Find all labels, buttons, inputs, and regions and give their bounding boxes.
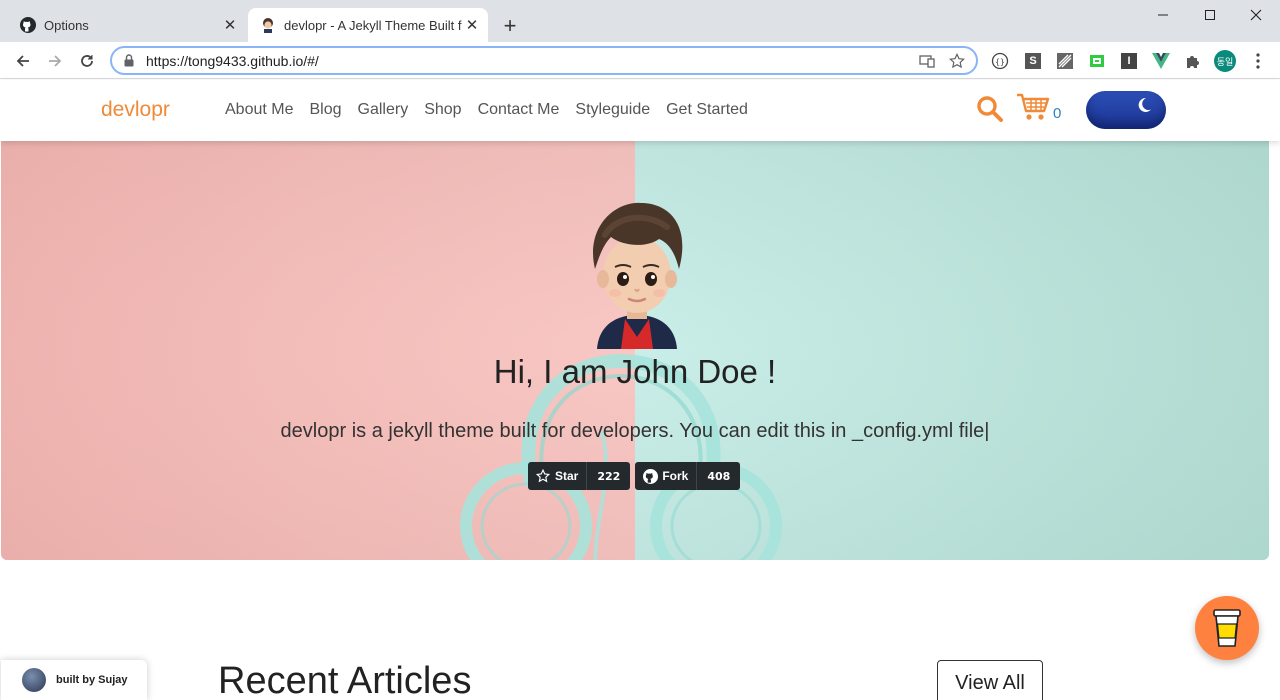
built-by-text: built by Sujay [56,674,128,686]
cart-icon[interactable] [1016,92,1050,122]
buy-me-a-coffee-button[interactable] [1195,596,1259,660]
minimize-window-button[interactable] [1140,0,1186,30]
s-extension-icon[interactable]: S [1023,51,1043,71]
reload-button[interactable] [74,48,100,74]
fork-label: Fork [662,469,689,483]
profile-avatar-image [593,202,683,349]
nav-item-get-started[interactable]: Get Started [666,101,748,119]
nav-item-contact-me[interactable]: Contact Me [478,101,560,119]
devtools-icon[interactable]: {} [990,51,1010,71]
nav-item-styleguide[interactable]: Styleguide [575,101,650,119]
arrow-left-icon [16,55,29,67]
github-fork-button[interactable]: Fork 408 [635,462,741,490]
tab-title: Options [44,17,89,33]
minimize-icon [1158,14,1168,16]
bookmark-star-icon[interactable] [946,50,968,72]
coffee-cup-icon [1213,609,1241,647]
browser-toolbar: https://tong9433.github.io/#/ {} S I 동일 [0,42,1280,79]
hero-subtitle: devlopr is a jekyll theme built for deve… [280,420,990,442]
close-tab-icon[interactable]: ✕ [220,15,240,35]
profile-label: 동일 [1216,56,1234,67]
nav-item-blog[interactable]: Blog [309,101,341,119]
lock-icon[interactable] [122,54,136,67]
recent-articles-heading: Recent Articles [218,660,472,700]
nav-item-gallery[interactable]: Gallery [358,101,409,119]
vue-icon[interactable] [1151,51,1171,71]
github-icon [643,468,659,484]
github-icon [20,17,36,33]
hero-title: Hi, I am John Doe ! [493,353,777,390]
maximize-icon [1205,10,1215,20]
close-icon [1250,9,1262,21]
tab-title: devlopr - A Jekyll Theme Built f [284,17,462,33]
browser-menu-icon[interactable] [1248,51,1268,71]
close-tab-icon[interactable]: ✕ [462,15,482,35]
site-brand-link[interactable]: devlopr [101,98,170,122]
puzzle-icon[interactable] [1183,51,1203,71]
reload-icon [81,55,93,67]
address-bar[interactable]: https://tong9433.github.io/#/ [110,46,978,75]
new-tab-button[interactable]: + [498,13,522,38]
search-icon[interactable] [976,95,1004,123]
forward-button[interactable] [42,48,68,74]
close-window-button[interactable] [1233,0,1279,30]
browser-tab-options[interactable]: Options ✕ [8,8,246,42]
cast-icon[interactable] [916,50,938,72]
browser-tab-bar: Options ✕ devlopr - A Jekyll Theme Built… [0,0,1280,42]
profile-avatar-button[interactable]: 동일 [1214,50,1236,72]
url-text[interactable]: https://tong9433.github.io/#/ [146,53,916,69]
i-extension-icon[interactable]: I [1119,51,1139,71]
avatar-favicon-icon [260,17,276,33]
main-nav: About Me Blog Gallery Shop Contact Me St… [225,101,764,119]
maximize-window-button[interactable] [1187,0,1233,30]
moon-icon [1138,97,1151,112]
view-all-button[interactable]: View All [937,660,1043,700]
nav-item-about-me[interactable]: About Me [225,101,293,119]
cart-count: 0 [1053,105,1062,122]
built-by-badge[interactable]: built by Sujay [1,660,147,700]
hero-section: Hi, I am John Doe ! devlopr is a jekyll … [1,141,1269,560]
star-label: Star [555,469,579,483]
author-avatar [22,668,46,692]
star-count[interactable]: 222 [586,462,630,490]
dark-mode-toggle[interactable] [1086,91,1166,129]
back-button[interactable] [10,48,36,74]
star-icon [536,469,550,483]
fork-count[interactable]: 408 [696,462,740,490]
tool-extension-icon[interactable] [1055,51,1075,71]
github-star-button[interactable]: Star 222 [528,462,631,490]
nav-item-shop[interactable]: Shop [424,101,461,119]
github-buttons: Star 222 Fork 408 [528,462,741,490]
site-header: devlopr About Me Blog Gallery Shop Conta… [0,80,1280,141]
green-extension-icon[interactable] [1087,51,1107,71]
browser-tab-devlopr[interactable]: devlopr - A Jekyll Theme Built f ✕ [248,8,488,42]
arrow-right-icon [49,55,62,67]
svg-text:{}: {} [995,58,1005,67]
